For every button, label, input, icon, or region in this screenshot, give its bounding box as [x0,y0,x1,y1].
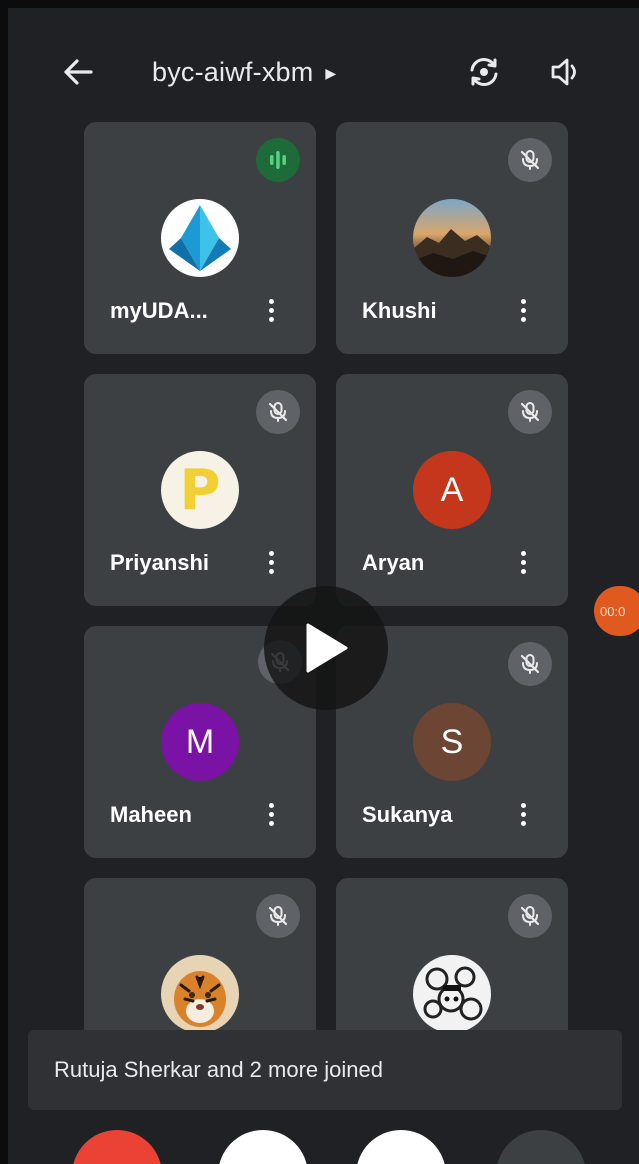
meeting-title-button[interactable]: byc-aiwf-xbm ▶ [152,56,336,88]
mic-muted-badge [508,390,552,434]
avatar [161,199,239,277]
more-options-button[interactable] [256,292,286,328]
switch-camera-button[interactable] [462,52,506,92]
play-icon [306,623,348,673]
participant-tile[interactable]: myUDA... [84,122,316,354]
recording-timer-text: 00:0 [600,603,626,619]
avatar [413,955,491,1033]
more-controls-button[interactable] [496,1130,586,1164]
arrow-left-icon [64,59,93,85]
participant-tile[interactable]: P Priyanshi [84,374,316,606]
participant-name: Khushi [362,298,437,323]
back-button[interactable] [58,52,98,92]
avatar: S [413,703,491,781]
mic-off-icon [520,906,540,926]
top-bar: byc-aiwf-xbm ▶ [8,8,639,128]
avatar-initial: A [440,470,464,509]
meeting-code: byc-aiwf-xbm [152,56,314,87]
more-options-button[interactable] [508,544,538,580]
mic-off-icon [520,402,540,422]
recording-timer[interactable]: 00:0 [594,586,639,636]
org-logo-icon [169,205,231,271]
video-play-button[interactable] [264,586,388,710]
avatar: M [161,703,239,781]
participant-name: Aryan [362,550,425,575]
profile-photo-icon [413,229,491,277]
avatar [413,199,491,277]
mic-muted-badge [256,390,300,434]
participant-tile[interactable]: A Aryan [336,374,568,606]
avatar [161,955,239,1033]
toast-message: Rutuja Sherkar and 2 more joined [54,1057,383,1082]
end-call-button[interactable] [72,1130,162,1164]
participant-name: Maheen [110,802,192,827]
participant-tile[interactable]: Khushi [336,122,568,354]
avatar-initial: S [440,722,464,761]
avatar: A [413,451,491,529]
camera-toggle-button[interactable] [356,1130,446,1164]
mic-off-icon [268,906,288,926]
switch-camera-icon [470,58,498,86]
join-notification-toast: Rutuja Sherkar and 2 more joined [28,1030,622,1110]
audio-output-button[interactable] [544,52,588,92]
tiger-photo-icon [174,971,226,1027]
mic-off-icon [268,402,288,422]
mic-muted-badge [508,138,552,182]
more-options-button[interactable] [508,292,538,328]
doodle-photo-icon [423,966,483,1021]
meet-call-screen: byc-aiwf-xbm ▶ myUDA... Khushi P Priyans… [8,8,639,1164]
avatar-initial: M [185,722,215,761]
mic-off-icon [520,654,540,674]
mic-muted-badge [508,642,552,686]
speaking-indicator [256,138,300,182]
more-options-button[interactable] [508,796,538,832]
participant-name: Priyanshi [110,550,210,575]
mic-muted-badge [508,894,552,938]
caret-right-icon: ▶ [325,64,337,81]
participant-name: myUDA... [110,298,208,323]
mic-toggle-button[interactable] [218,1130,308,1164]
more-options-button[interactable] [256,544,286,580]
more-options-button[interactable] [256,796,286,832]
mic-muted-badge [256,894,300,938]
avatar: P [161,451,239,529]
speaker-icon [551,58,576,86]
mic-off-icon [520,150,540,170]
audio-level-icon [270,151,286,169]
avatar-initial: P [179,457,221,523]
participant-name: Sukanya [362,802,453,827]
